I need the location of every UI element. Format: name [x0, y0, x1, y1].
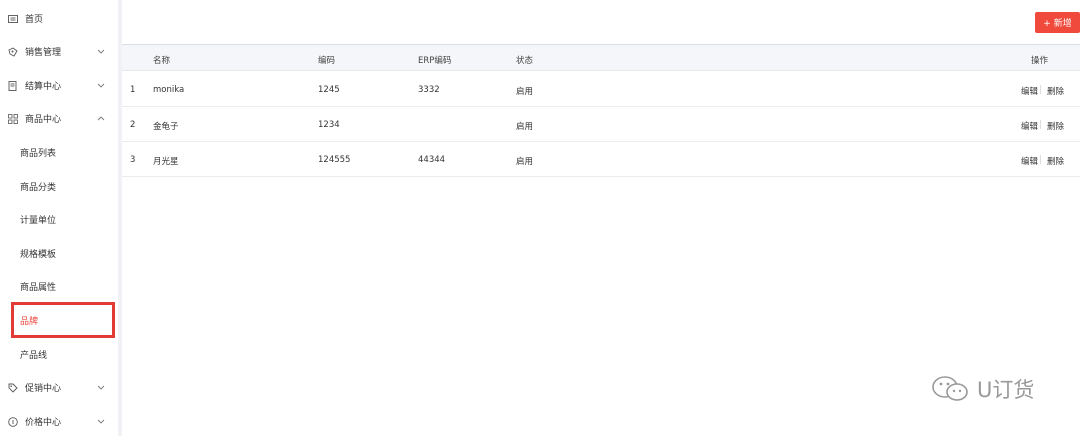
sidebar-item-label: 首页: [25, 15, 44, 25]
sidebar-item-promotion[interactable]: 促销中心: [0, 371, 118, 404]
chevron-up-icon: [96, 116, 106, 121]
delete-link[interactable]: 删除: [1047, 155, 1064, 167]
row-code: 1234: [318, 120, 340, 130]
header-name: 名称: [153, 56, 171, 66]
sidebar-item-label: 价格中心: [25, 418, 62, 428]
row-erp-code: 44344: [418, 155, 446, 165]
table-row: 2 金龟子 1234 启用 编辑 删除: [122, 107, 1080, 142]
sidebar-subitem-unit[interactable]: 计量单位: [0, 203, 118, 236]
sidebar-item-settlement[interactable]: 结算中心: [0, 69, 118, 102]
watermark: U订货: [930, 374, 1034, 404]
sidebar-subitem-spec-template[interactable]: 规格模板: [0, 237, 118, 270]
row-index: 1: [130, 85, 136, 95]
delete-link[interactable]: 删除: [1047, 85, 1064, 97]
header-status: 状态: [516, 56, 534, 66]
row-name: monika: [153, 85, 185, 95]
row-code: 1245: [318, 85, 340, 95]
action-divider: [1040, 155, 1041, 164]
sidebar-item-label: 促销中心: [25, 384, 62, 394]
action-divider: [1040, 85, 1041, 94]
row-status: 启用: [516, 87, 534, 97]
table-row: 3 月光星 124555 44344 启用 编辑 删除: [122, 142, 1080, 177]
sidebar-subitem-brand[interactable]: 品牌: [0, 304, 118, 337]
price-icon: [8, 416, 18, 427]
tag-icon: [8, 383, 18, 393]
action-divider: [1040, 120, 1041, 129]
edit-link[interactable]: 编辑: [1021, 155, 1038, 167]
sidebar-item-products[interactable]: 商品中心: [0, 102, 118, 135]
grid-icon: [8, 113, 18, 124]
row-status: 启用: [516, 157, 534, 167]
home-icon: [8, 14, 18, 24]
header-code: 编码: [318, 56, 336, 66]
watermark-text: U订货: [977, 378, 1035, 402]
main-content: + 新增 名称 编码 ERP编码 状态 操作 1 monika 1245 333…: [122, 0, 1080, 436]
chevron-down-icon: [96, 385, 106, 390]
sidebar-item-price[interactable]: 价格中心: [0, 405, 118, 436]
chevron-down-icon: [96, 49, 106, 54]
row-index: 2: [130, 120, 136, 130]
table-row: 1 monika 1245 3332 启用 编辑 删除: [122, 72, 1080, 107]
sidebar-item-label: 销售管理: [25, 48, 62, 58]
header-erp-code: ERP编码: [418, 56, 452, 66]
row-status: 启用: [516, 122, 534, 132]
wechat-icon: [932, 376, 968, 401]
row-name: 金龟子: [153, 122, 179, 132]
sidebar-subitem-product-category[interactable]: 商品分类: [0, 170, 118, 203]
delete-link[interactable]: 删除: [1047, 120, 1064, 132]
row-code: 124555: [318, 155, 351, 165]
sidebar-item-label: 商品中心: [25, 115, 62, 125]
chevron-down-icon: [96, 83, 106, 88]
sidebar-subitem-product-list[interactable]: 商品列表: [0, 136, 118, 169]
row-erp-code: 3332: [418, 85, 440, 95]
edit-link[interactable]: 编辑: [1021, 120, 1038, 132]
header-operations: 操作: [1031, 56, 1049, 66]
settlement-icon: [8, 80, 18, 91]
sales-icon: [8, 46, 18, 57]
edit-link[interactable]: 编辑: [1021, 85, 1038, 97]
sidebar-subitem-product-attribute[interactable]: 商品属性: [0, 270, 118, 303]
row-index: 3: [130, 155, 136, 165]
row-name: 月光星: [153, 157, 179, 167]
table-header: 名称 编码 ERP编码 状态 操作: [122, 44, 1080, 71]
chevron-down-icon: [96, 419, 106, 424]
sidebar-item-label: 结算中心: [25, 82, 62, 92]
sidebar: 首页 销售管理 结算中心 商品中心 商品列表 商品分类 计量单位 规格模板 商品…: [0, 0, 118, 436]
add-brand-button[interactable]: + 新增: [1035, 12, 1080, 33]
sidebar-item-sales[interactable]: 销售管理: [0, 35, 118, 68]
sidebar-subitem-product-line[interactable]: 产品线: [0, 338, 118, 371]
sidebar-item-home[interactable]: 首页: [0, 2, 118, 35]
